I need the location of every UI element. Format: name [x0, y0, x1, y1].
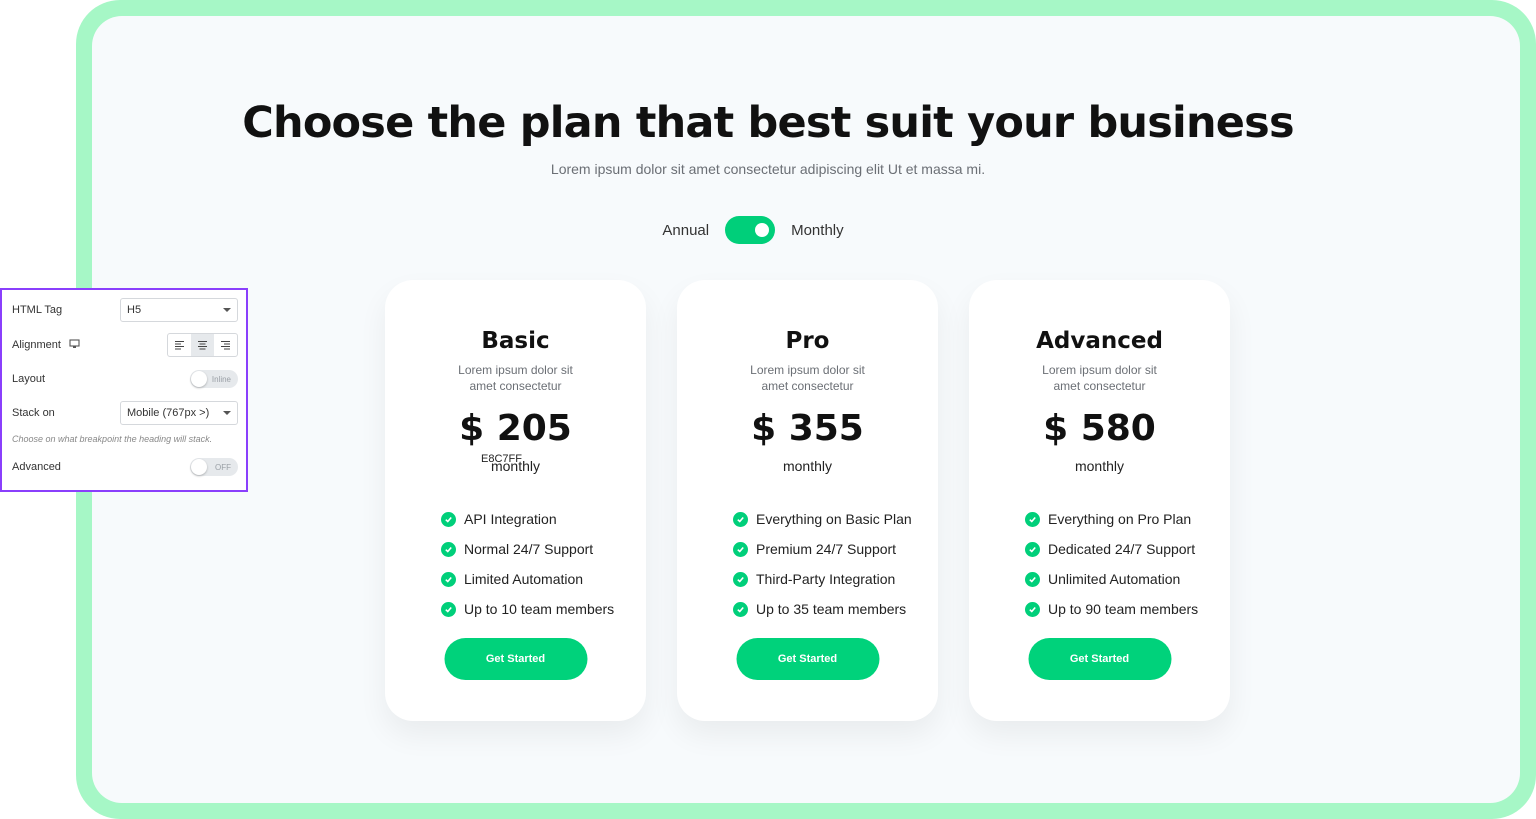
- advanced-toggle[interactable]: OFF: [190, 458, 238, 476]
- advanced-label: Advanced: [12, 461, 61, 473]
- feature-item: Dedicated 24/7 Support: [1025, 534, 1198, 564]
- plan-card-advanced: Advanced Lorem ipsum dolor sit amet cons…: [969, 280, 1230, 721]
- html-tag-value: H5: [127, 304, 142, 316]
- feature-text: API Integration: [464, 511, 557, 527]
- feature-item: Up to 90 team members: [1025, 594, 1198, 624]
- plan-card-pro: Pro Lorem ipsum dolor sit amet consectet…: [677, 280, 938, 721]
- layout-row: Layout Inline: [12, 370, 238, 388]
- plan-description: Lorem ipsum dolor sit amet consectetur: [750, 363, 865, 393]
- feature-item: API Integration: [441, 504, 614, 534]
- feature-item: Up to 35 team members: [733, 594, 912, 624]
- feature-text: Everything on Basic Plan: [756, 511, 912, 527]
- switch-knob: [755, 223, 770, 237]
- check-icon: [733, 511, 748, 527]
- alignment-label: Alignment: [12, 339, 61, 351]
- feature-item: Premium 24/7 Support: [733, 534, 912, 564]
- align-center-icon: [198, 340, 207, 350]
- check-icon: [1025, 541, 1040, 557]
- feature-text: Third-Party Integration: [756, 571, 896, 587]
- align-left-icon: [175, 340, 184, 350]
- align-right-icon: [221, 340, 230, 350]
- stack-on-select[interactable]: Mobile (767px >): [120, 401, 238, 425]
- feature-item: Normal 24/7 Support: [441, 534, 614, 564]
- heading-settings-panel: HTML Tag H5 Alignment Layout Inline Stac…: [0, 288, 248, 492]
- feature-text: Everything on Pro Plan: [1048, 511, 1192, 527]
- html-tag-label: HTML Tag: [12, 304, 63, 316]
- desktop-icon[interactable]: [69, 338, 80, 352]
- layout-inline-toggle[interactable]: Inline: [190, 370, 238, 388]
- feature-item: Unlimited Automation: [1025, 564, 1198, 594]
- alignment-button-group: [167, 333, 238, 357]
- plan-price: $ 355: [751, 408, 864, 449]
- check-icon: [1025, 511, 1040, 527]
- feature-list: Everything on Pro Plan Dedicated 24/7 Su…: [1025, 504, 1198, 624]
- billing-period-switch[interactable]: [725, 216, 776, 244]
- plan-price: $ 580: [1043, 408, 1156, 449]
- feature-text: Unlimited Automation: [1048, 571, 1181, 587]
- plan-period: monthly: [1074, 458, 1125, 474]
- feature-item: Third-Party Integration: [733, 564, 912, 594]
- align-center-button[interactable]: [191, 334, 214, 356]
- plan-price: $ 205: [459, 408, 572, 449]
- check-icon: [441, 601, 456, 617]
- plan-name: Advanced: [1036, 328, 1163, 354]
- chevron-down-icon: [223, 411, 231, 415]
- check-icon: [1025, 601, 1040, 617]
- stack-hint-text: Choose on what breakpoint the heading wi…: [12, 434, 213, 444]
- billing-toggle-row: Annual Monthly: [0, 215, 1536, 245]
- align-right-button[interactable]: [214, 334, 237, 356]
- advanced-toggle-text: OFF: [215, 462, 231, 472]
- check-icon: [441, 541, 456, 557]
- annual-label[interactable]: Annual: [662, 222, 709, 239]
- monthly-label[interactable]: Monthly: [791, 222, 844, 239]
- check-icon: [441, 571, 456, 587]
- check-icon: [1025, 571, 1040, 587]
- align-left-button[interactable]: [168, 334, 191, 356]
- html-tag-row: HTML Tag H5: [12, 298, 238, 322]
- advanced-row: Advanced OFF: [12, 458, 238, 476]
- feature-item: Everything on Pro Plan: [1025, 504, 1198, 534]
- layout-toggle-text: Inline: [211, 374, 231, 384]
- stack-on-value: Mobile (767px >): [127, 407, 210, 419]
- stack-on-label: Stack on: [12, 407, 55, 419]
- feature-item: Up to 10 team members: [441, 594, 614, 624]
- check-icon: [733, 571, 748, 587]
- plan-name: Basic: [481, 328, 550, 354]
- page-title: Choose the plan that best suit your busi…: [242, 98, 1294, 148]
- feature-text: Up to 90 team members: [1048, 601, 1199, 617]
- layout-label: Layout: [12, 373, 46, 385]
- check-icon: [733, 601, 748, 617]
- toggle-knob: [191, 459, 207, 475]
- feature-text: Normal 24/7 Support: [464, 541, 594, 557]
- chevron-down-icon: [223, 308, 231, 312]
- plan-period: monthly: [782, 458, 833, 474]
- alignment-row: Alignment: [12, 333, 238, 357]
- plan-description: Lorem ipsum dolor sit amet consectetur: [1042, 363, 1157, 393]
- plan-card-basic: Basic Lorem ipsum dolor sit amet consect…: [385, 280, 646, 721]
- feature-text: Premium 24/7 Support: [756, 541, 897, 557]
- feature-text: Dedicated 24/7 Support: [1048, 541, 1196, 557]
- get-started-button[interactable]: Get Started: [736, 638, 879, 680]
- get-started-button[interactable]: Get Started: [444, 638, 587, 680]
- html-tag-select[interactable]: H5: [120, 298, 238, 322]
- page-subtitle: Lorem ipsum dolor sit amet consectetur a…: [550, 161, 986, 177]
- feature-item: Everything on Basic Plan: [733, 504, 912, 534]
- plan-description: Lorem ipsum dolor sit amet consectetur: [458, 363, 573, 393]
- get-started-button[interactable]: Get Started: [1028, 638, 1171, 680]
- check-icon: [441, 511, 456, 527]
- feature-text: Limited Automation: [464, 571, 584, 587]
- plan-name: Pro: [785, 328, 830, 354]
- feature-list: Everything on Basic Plan Premium 24/7 Su…: [733, 504, 912, 624]
- stack-on-row: Stack on Mobile (767px >): [12, 401, 238, 425]
- check-icon: [733, 541, 748, 557]
- feature-text: Up to 10 team members: [464, 601, 615, 617]
- feature-text: Up to 35 team members: [756, 601, 907, 617]
- toggle-knob: [191, 371, 207, 387]
- feature-item: Limited Automation: [441, 564, 614, 594]
- feature-list: API Integration Normal 24/7 Support Limi…: [441, 504, 614, 624]
- plan-period: monthly: [490, 458, 541, 474]
